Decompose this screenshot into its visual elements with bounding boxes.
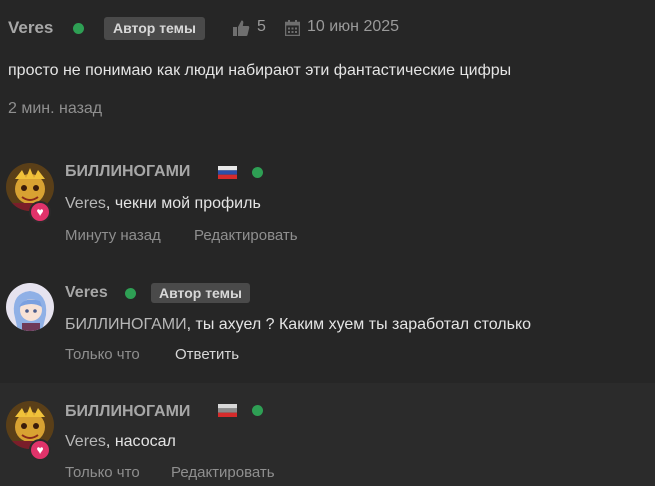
post-timestamp: 2 мин. назад <box>8 100 103 117</box>
mention-link[interactable]: Veres <box>65 195 106 212</box>
mention-link[interactable]: БИЛЛИНОГАМИ <box>65 316 187 333</box>
reply-timestamp: Только что <box>65 346 140 363</box>
reply-button[interactable]: Ответить <box>175 346 239 363</box>
post-date: 10 июн 2025 <box>307 18 400 35</box>
reply-text: Veres, насосал <box>65 433 176 450</box>
author-badge: Автор темы <box>104 17 205 40</box>
post-body-text: просто не понимаю как люди набирают эти … <box>8 62 512 79</box>
reply-author-name[interactable]: Veres <box>65 284 108 302</box>
edit-button[interactable]: Редактировать <box>171 464 275 481</box>
online-status-dot <box>73 23 84 34</box>
author-badge: Автор темы <box>151 283 250 303</box>
reply-timestamp: Минуту назад <box>65 227 161 244</box>
flag-icon <box>218 166 237 179</box>
flag-icon <box>218 404 237 417</box>
edit-button[interactable]: Редактировать <box>194 227 298 244</box>
reply-text: Veres, чекни мой профиль <box>65 195 261 212</box>
avatar-image <box>6 283 54 331</box>
like-count: 5 <box>257 18 266 35</box>
post-author-name[interactable]: Veres <box>8 18 53 38</box>
online-status-dot <box>252 405 263 416</box>
online-status-dot <box>125 288 136 299</box>
reaction-badge: ♥ <box>29 439 51 461</box>
heart-icon: ♥ <box>36 443 44 457</box>
avatar[interactable] <box>6 283 54 331</box>
reaction-badge: ♥ <box>29 201 51 223</box>
reply-text: БИЛЛИНОГАМИ, ты ахуел ? Каким хуем ты за… <box>65 316 532 333</box>
reply-timestamp: Только что <box>65 464 140 481</box>
calendar-icon <box>285 20 300 36</box>
reply-author-name[interactable]: БИЛЛИНОГАМИ <box>65 403 190 421</box>
reply-author-name[interactable]: БИЛЛИНОГАМИ <box>65 163 190 181</box>
thumbs-up-icon[interactable] <box>232 19 250 37</box>
mention-link[interactable]: Veres <box>65 433 106 450</box>
heart-icon: ♥ <box>36 205 44 219</box>
online-status-dot <box>252 167 263 178</box>
